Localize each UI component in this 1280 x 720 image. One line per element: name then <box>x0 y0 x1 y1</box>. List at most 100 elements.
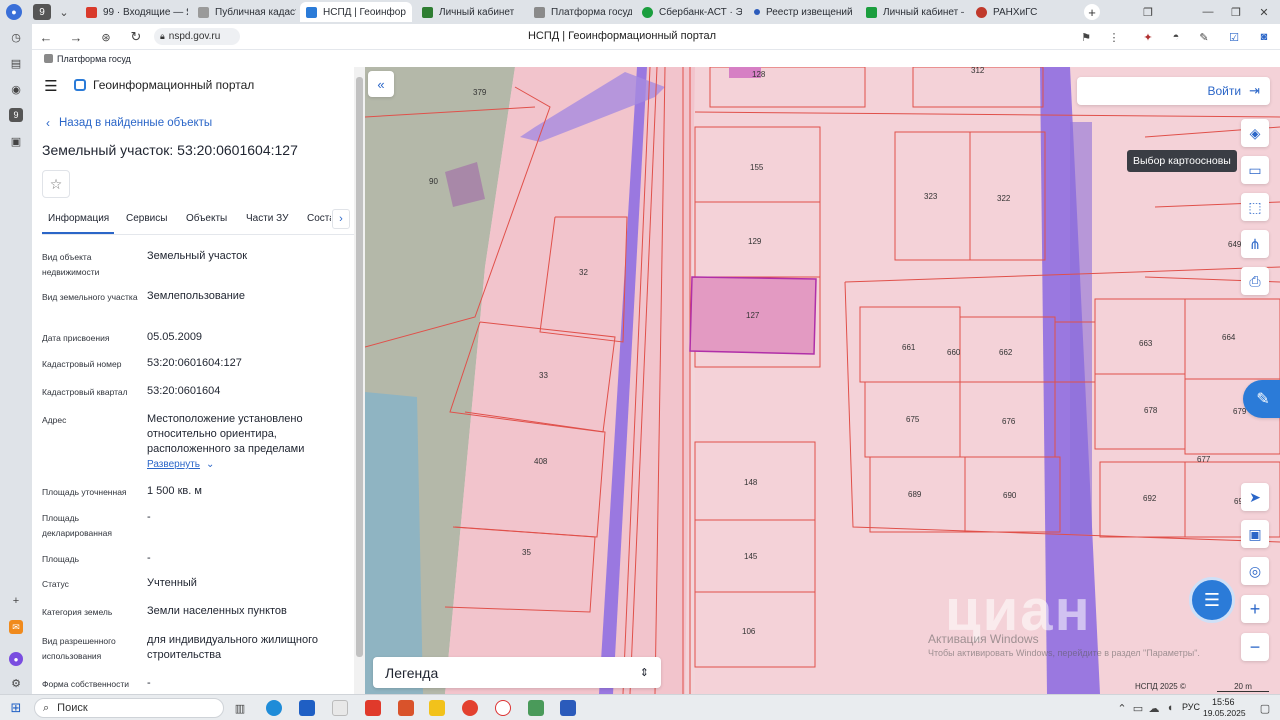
back-to-results-link[interactable]: ‹ Назад в найденные объекты <box>46 116 212 130</box>
back-arrow-icon[interactable]: ← <box>38 29 54 45</box>
more-menu-icon[interactable]: ⋮ <box>1106 29 1122 45</box>
bookmark-gos-platform[interactable]: Платформа госуд <box>57 54 131 64</box>
browser-nav-bar: ← → ⊛ ↻ 🔒︎ nspd.gov.ru НСПД | Геоинформа… <box>32 24 1280 50</box>
nspd-icon <box>306 6 317 18</box>
reload-icon[interactable]: ↻ <box>128 29 144 45</box>
tab-objects[interactable]: Объекты <box>186 213 227 224</box>
parcel-label: 322 <box>997 194 1011 203</box>
tab-information[interactable]: Информация <box>48 213 109 224</box>
cadastral-map[interactable]: 379 128 312 90 155 323 322 649 32 129 12… <box>365 67 1280 694</box>
tabs-scroll-right-icon[interactable]: › <box>332 209 350 229</box>
yandex-browser-icon[interactable] <box>332 700 348 716</box>
clock-date[interactable]: 19.05.2025 <box>1203 708 1246 718</box>
explorer-icon[interactable] <box>429 700 445 716</box>
clock-time[interactable]: 15:56 <box>1212 697 1235 707</box>
browser-logo-icon[interactable]: ● <box>6 4 22 20</box>
extension-badge-icon[interactable]: ◙ <box>1256 29 1272 45</box>
alice-icon[interactable]: ● <box>9 652 23 666</box>
edge-icon[interactable] <box>266 700 282 716</box>
zoom-out-button[interactable]: − <box>1241 633 1269 661</box>
bookmark-icon[interactable]: ⚑ <box>1078 29 1094 45</box>
tab-services[interactable]: Сервисы <box>126 213 167 224</box>
office-icon[interactable] <box>398 700 414 716</box>
tab-mail[interactable]: 99 · Входящие — Ян <box>80 2 188 22</box>
minimap-icon[interactable]: ▣ <box>1241 520 1269 548</box>
tab-cadastral-map[interactable]: Публичная кадастр <box>192 2 296 22</box>
expand-link[interactable]: Развернуть ⌄ <box>147 459 214 470</box>
panel-scrollbar[interactable] <box>354 67 365 694</box>
yandex-icon[interactable] <box>365 700 381 716</box>
tab-sberbank-ast[interactable]: Сбербанк-АСТ · Эл <box>636 2 742 22</box>
language-indicator[interactable]: РУС <box>1182 702 1200 712</box>
cards-icon[interactable]: ▣ <box>9 134 23 148</box>
tabs-panel-icon[interactable]: ❐ <box>1140 4 1156 20</box>
forward-arrow-icon[interactable]: → <box>68 29 84 45</box>
tab-ranepa[interactable]: РАНХиГС <box>970 2 1070 22</box>
prop-value: - <box>147 677 151 689</box>
parcel-label: 692 <box>1143 494 1157 503</box>
scrollbar-thumb[interactable] <box>356 77 363 657</box>
close-window-icon[interactable]: ✕ <box>1256 4 1272 20</box>
windows-activation-text: Чтобы активировать Windows, перейдите в … <box>928 648 1200 658</box>
collections-icon[interactable]: ▤ <box>9 56 23 70</box>
add-panel-icon[interactable]: + <box>9 594 23 608</box>
locate-me-icon[interactable]: ➤ <box>1241 483 1269 511</box>
media-icon[interactable]: ◉ <box>9 82 23 96</box>
share-icon[interactable]: ⋔ <box>1241 230 1269 258</box>
extension-check-icon[interactable]: ☑ <box>1226 29 1242 45</box>
history-icon[interactable]: ◷ <box>9 30 23 44</box>
login-button[interactable]: Войти ⇥ <box>1077 77 1270 105</box>
new-tab-button[interactable]: + <box>1084 4 1100 20</box>
chat-bubble-button[interactable]: ☰ <box>1189 577 1235 623</box>
tab-parts[interactable]: Части ЗУ <box>246 213 288 224</box>
favorite-star-icon[interactable]: ☆ <box>42 170 70 198</box>
chevron-down-icon[interactable]: ⌄ <box>56 4 72 20</box>
tab-personal-cabinet[interactable]: Личный кабинет <box>416 2 524 22</box>
yandex-app-icon[interactable] <box>495 700 511 716</box>
extension-stamp-icon[interactable]: ✦ <box>1140 29 1156 45</box>
hamburger-menu-icon[interactable]: ☰ <box>42 78 60 95</box>
outlook-icon[interactable] <box>299 700 315 716</box>
tab-nspd[interactable]: НСПД | Геоинфор ✕ <box>300 2 412 22</box>
tab-counter[interactable]: 9 <box>33 4 51 20</box>
maps-app-icon[interactable] <box>528 700 544 716</box>
minimize-icon[interactable]: — <box>1200 4 1216 20</box>
settings-panel-icon[interactable]: ⚙ <box>9 676 23 690</box>
windows-start-icon[interactable]: ⊞ <box>8 700 24 716</box>
extension-sign-icon[interactable]: ✎ <box>1196 29 1212 45</box>
geo-search-icon[interactable]: ◎ <box>1241 557 1269 585</box>
extension-hat-icon[interactable]: ◓ <box>1168 29 1184 45</box>
chrome-icon[interactable] <box>462 700 478 716</box>
network-icon[interactable]: ▭ <box>1132 700 1144 716</box>
volume-icon[interactable]: ◖ <box>1164 700 1176 716</box>
notifications-icon[interactable]: ▢ <box>1258 700 1272 716</box>
windows-taskbar: ⊞ ⌕ Поиск ▥ ⌃ ▭ ☁ ◖ РУС 15:56 19.05.2025… <box>0 694 1280 720</box>
protect-icon[interactable]: ⊛ <box>98 29 114 45</box>
chat-widget-icon[interactable]: ✎ <box>1243 380 1280 418</box>
collapse-panel-button[interactable]: « <box>368 71 394 97</box>
registry-icon <box>754 9 760 15</box>
prop-value: Учтенный <box>147 577 197 589</box>
tab-gos-platform[interactable]: Платформа государ <box>528 2 632 22</box>
lock-icon: 🔒︎ <box>160 31 165 41</box>
ruler-icon[interactable]: ▭ <box>1241 156 1269 184</box>
basemap-layers-button[interactable]: ◈ <box>1241 119 1269 147</box>
tab-personal-cabinet-2[interactable]: Личный кабинет — <box>860 2 964 22</box>
mail-panel-icon[interactable]: ✉ <box>9 620 23 634</box>
legend-dropdown[interactable]: Легенда ⇕ <box>373 657 661 688</box>
maximize-icon[interactable]: ❐ <box>1228 4 1244 20</box>
tray-chevron-icon[interactable]: ⌃ <box>1116 700 1128 716</box>
tab-composition[interactable]: Соста <box>307 213 331 224</box>
word-icon[interactable] <box>560 700 576 716</box>
zoom-in-button[interactable]: + <box>1241 595 1269 623</box>
address-field[interactable]: 🔒︎ nspd.gov.ru <box>154 28 240 45</box>
apps-icon[interactable]: 9 <box>9 108 23 122</box>
area-select-icon[interactable]: ⬚ <box>1241 193 1269 221</box>
tab-notice-registry[interactable]: Реестр извещений <box>748 2 854 22</box>
search-icon: ⌕ <box>43 701 50 714</box>
task-view-icon[interactable]: ▥ <box>232 700 248 716</box>
taskbar-search[interactable]: ⌕ Поиск <box>34 698 224 718</box>
print-icon[interactable]: ⎙ <box>1241 267 1269 295</box>
prop-label: Адрес <box>42 415 67 425</box>
cloud-icon[interactable]: ☁ <box>1148 700 1160 716</box>
